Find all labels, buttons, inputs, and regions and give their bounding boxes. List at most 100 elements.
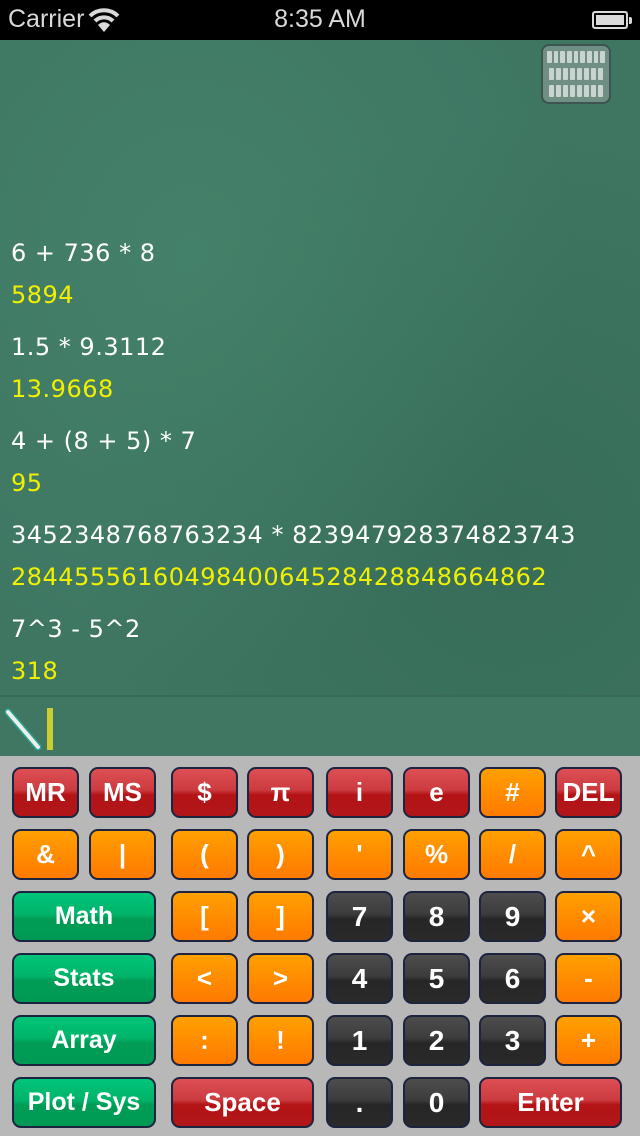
history-entry: 4 + (8 + 5) * 7 95	[11, 424, 631, 518]
history-entry: 7^3 - 5^2 318	[11, 612, 631, 706]
key-digit-8[interactable]: 8	[403, 891, 470, 942]
key-label: )	[276, 839, 285, 869]
expression-input[interactable]	[0, 695, 640, 756]
key-math-menu[interactable]: Math	[12, 891, 156, 942]
key-apostrophe[interactable]: '	[326, 829, 393, 880]
key-label: .	[355, 1086, 364, 1118]
key-plot-sys-menu[interactable]: Plot / Sys	[12, 1077, 156, 1128]
key-digit-3[interactable]: 3	[479, 1015, 546, 1066]
key-label: |	[118, 839, 127, 869]
key-colon[interactable]: :	[171, 1015, 238, 1066]
key-digit-6[interactable]: 6	[479, 953, 546, 1004]
key-digit-5[interactable]: 5	[403, 953, 470, 1004]
key-greater-than[interactable]: >	[247, 953, 314, 1004]
status-bar: Carrier 8:35 AM	[0, 0, 640, 40]
key-label: 2	[428, 1024, 445, 1056]
key-label: ]	[276, 901, 285, 931]
key-label: DEL	[562, 777, 615, 807]
history-expression: 1.5 * 9.3112	[11, 333, 167, 361]
key-label: Array	[51, 1026, 117, 1054]
calculation-history: 6 + 736 * 8 5894 1.5 * 9.3112 13.9668 4 …	[11, 236, 631, 706]
history-expression: 6 + 736 * 8	[11, 239, 156, 267]
history-expression: 3452348768763234 * 823947928374823743	[11, 521, 576, 549]
key-digit-2[interactable]: 2	[403, 1015, 470, 1066]
key-label: Plot / Sys	[27, 1088, 141, 1116]
key-label: '	[356, 839, 363, 869]
key-less-than[interactable]: <	[171, 953, 238, 1004]
key-label: (	[200, 839, 209, 869]
key-open-paren[interactable]: (	[171, 829, 238, 880]
key-digit-9[interactable]: 9	[479, 891, 546, 942]
key-digit-1[interactable]: 1	[326, 1015, 393, 1066]
key-ampersand[interactable]: &	[12, 829, 79, 880]
key-dollar[interactable]: $	[171, 767, 238, 818]
keyboard-icon[interactable]	[541, 44, 611, 104]
key-multiply[interactable]: ×	[555, 891, 622, 942]
key-euler[interactable]: e	[403, 767, 470, 818]
key-enter[interactable]: Enter	[479, 1077, 622, 1128]
key-label: e	[429, 777, 444, 807]
history-entry: 6 + 736 * 8 5894	[11, 236, 631, 330]
chalk-icon	[4, 708, 42, 751]
key-label: MR	[25, 777, 66, 807]
key-label: <	[196, 963, 213, 993]
key-digit-0[interactable]: 0	[403, 1077, 470, 1128]
key-label: &	[36, 839, 55, 869]
history-expression: 4 + (8 + 5) * 7	[11, 427, 197, 455]
key-digit-4[interactable]: 4	[326, 953, 393, 1004]
key-close-paren[interactable]: )	[247, 829, 314, 880]
key-label: MS	[103, 777, 142, 807]
key-close-bracket[interactable]: ]	[247, 891, 314, 942]
key-label: 0	[428, 1086, 445, 1118]
key-hash[interactable]: #	[479, 767, 546, 818]
key-open-bracket[interactable]: [	[171, 891, 238, 942]
key-pi[interactable]: π	[247, 767, 314, 818]
history-expression: 7^3 - 5^2	[11, 615, 141, 643]
key-add[interactable]: +	[555, 1015, 622, 1066]
key-label: i	[355, 777, 364, 807]
key-label: -	[584, 963, 593, 993]
key-label: Math	[54, 902, 114, 930]
history-result: 5894	[11, 281, 75, 309]
key-memory-store[interactable]: MS	[89, 767, 156, 818]
key-label: /	[508, 839, 517, 869]
key-label: 4	[351, 962, 368, 994]
history-entry: 1.5 * 9.3112 13.9668	[11, 330, 631, 424]
key-label: 9	[504, 900, 521, 932]
key-label: ×	[580, 901, 597, 931]
keypad: MR MS $ π i e # DEL & | () '% / ^ Math [] 7 8 9 × Stats < >4 5 6…	[0, 756, 640, 1136]
key-space[interactable]: Space	[171, 1077, 314, 1128]
key-stats-menu[interactable]: Stats	[12, 953, 156, 1004]
key-label: 1	[351, 1024, 368, 1056]
key-pipe[interactable]: |	[89, 829, 156, 880]
history-result: 95	[11, 469, 43, 497]
key-delete[interactable]: DEL	[555, 767, 622, 818]
key-label: Space	[204, 1087, 281, 1117]
key-label: 8	[428, 900, 445, 932]
key-decimal-point[interactable]: .	[326, 1077, 393, 1128]
key-label: %	[424, 839, 449, 869]
history-result: 2844555616049840064528428848664862	[11, 563, 548, 591]
key-subtract[interactable]: -	[555, 953, 622, 1004]
clock: 8:35 AM	[274, 5, 366, 33]
text-cursor	[47, 708, 53, 750]
key-label: :	[200, 1025, 209, 1055]
history-result: 13.9668	[11, 375, 114, 403]
key-digit-7[interactable]: 7	[326, 891, 393, 942]
key-label: $	[197, 777, 212, 807]
key-imaginary[interactable]: i	[326, 767, 393, 818]
key-label: Stats	[53, 964, 115, 992]
key-memory-recall[interactable]: MR	[12, 767, 79, 818]
key-array-menu[interactable]: Array	[12, 1015, 156, 1066]
key-label: 6	[504, 962, 521, 994]
key-divide[interactable]: /	[479, 829, 546, 880]
key-power[interactable]: ^	[555, 829, 622, 880]
key-label: π	[270, 777, 291, 807]
key-percent[interactable]: %	[403, 829, 470, 880]
chalkboard-display: 6 + 736 * 8 5894 1.5 * 9.3112 13.9668 4 …	[0, 40, 640, 756]
key-label: +	[580, 1025, 597, 1055]
key-label: !	[276, 1025, 285, 1055]
history-entry: 3452348768763234 * 823947928374823743 28…	[11, 518, 631, 612]
key-factorial[interactable]: !	[247, 1015, 314, 1066]
key-label: #	[505, 777, 520, 807]
